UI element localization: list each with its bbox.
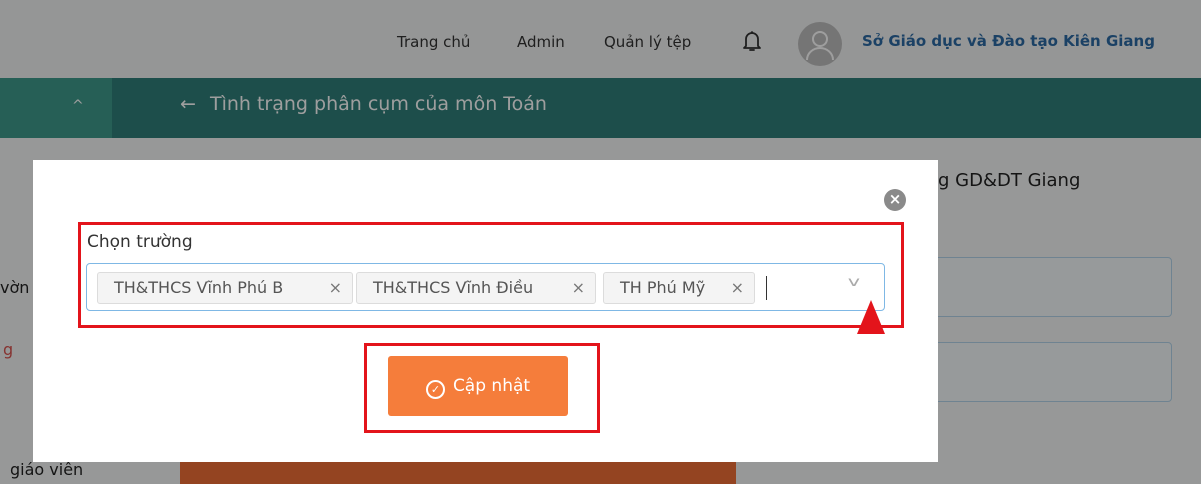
selected-school-tag: TH&THCS Vĩnh Điều × <box>356 272 596 304</box>
tag-remove-icon[interactable]: × <box>329 273 342 303</box>
selected-school-tag: TH&THCS Vĩnh Phú B × <box>97 272 353 304</box>
school-select-label: Chọn trường <box>87 232 193 252</box>
tag-label: TH&THCS Vĩnh Phú B <box>114 278 284 297</box>
selected-school-tag: TH Phú Mỹ × <box>603 272 755 304</box>
update-button[interactable]: ✓ Cập nhật <box>388 356 568 416</box>
tag-remove-icon[interactable]: × <box>572 273 585 303</box>
text-cursor <box>766 276 767 300</box>
close-icon[interactable]: × <box>884 189 906 211</box>
select-school-modal: × Chọn trường TH&THCS Vĩnh Phú B × TH&TH… <box>33 160 938 462</box>
check-circle-icon: ✓ <box>425 380 445 399</box>
tag-label: TH&THCS Vĩnh Điều <box>373 278 534 297</box>
tag-remove-icon[interactable]: × <box>731 273 744 303</box>
update-button-label: Cập nhật <box>452 376 531 396</box>
chevron-down-icon[interactable]: v <box>848 275 860 290</box>
school-multiselect[interactable]: TH&THCS Vĩnh Phú B × TH&THCS Vĩnh Điều ×… <box>86 263 885 311</box>
tag-label: TH Phú Mỹ <box>620 278 706 297</box>
annotation-arrow-icon <box>857 300 885 334</box>
